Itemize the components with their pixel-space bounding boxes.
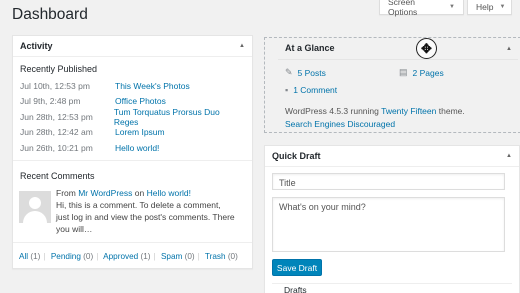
avatar <box>19 191 51 223</box>
post-link[interactable]: This Week's Photos <box>115 81 190 91</box>
post-date: Jun 28th, 12:42 am <box>20 127 93 138</box>
post-link[interactable]: Hello world! <box>115 143 159 153</box>
screen-options-button[interactable]: Screen Options ▼ <box>379 0 464 17</box>
posts-count-item[interactable]: ✎ 5 Posts <box>285 67 326 78</box>
posts-count-link[interactable]: 5 Posts <box>298 68 326 78</box>
activity-header[interactable]: Activity ▲ <box>13 36 252 57</box>
avatar-body-shape <box>23 211 47 223</box>
draft-title-input[interactable]: Title <box>272 173 505 190</box>
avatar-head-shape <box>29 197 41 209</box>
post-date: Jun 26th, 10:21 pm <box>20 142 93 153</box>
divider: | <box>43 252 46 261</box>
caret-down-icon: ▼ <box>499 4 506 10</box>
divider <box>278 59 518 60</box>
divider <box>13 242 252 243</box>
recent-posts-list: Jul 10th, 12:53 pm This Week's Photos Ju… <box>13 78 252 156</box>
pages-count-item[interactable]: ▤ 2 Pages <box>399 67 444 78</box>
filter-all-count: (1) <box>30 252 41 261</box>
filter-approved[interactable]: Approved <box>103 252 138 261</box>
comment-filters: All (1) | Pending (0) | Approved (1) | Spam… <box>19 252 238 261</box>
recently-published-heading: Recently Published <box>20 63 98 74</box>
wordpress-info: WordPress 4.5.3 running Twenty Fifteen t… <box>285 105 520 131</box>
draft-content-textarea[interactable]: What's on your mind? <box>272 197 505 252</box>
post-link[interactable]: Office Photos <box>115 96 166 106</box>
caret-down-icon: ▼ <box>449 4 455 10</box>
comment-item: From Mr WordPress on Hello world! Hi, th… <box>56 187 236 235</box>
comment-from-label: From <box>56 188 76 198</box>
post-date: Jun 28th, 12:53 pm <box>20 111 93 122</box>
drafts-heading: Drafts <box>284 285 307 293</box>
quick-draft-title: Quick Draft <box>272 151 321 161</box>
comment-author-link[interactable]: Mr WordPress <box>78 188 132 198</box>
post-link[interactable]: Lorem Ipsum <box>115 127 165 137</box>
draft-title-placeholder: Title <box>279 178 296 188</box>
speech-bubble-icon: ▪ <box>285 85 289 95</box>
activity-title: Activity <box>20 41 53 51</box>
filter-pending-count: (0) <box>83 252 94 261</box>
help-label: Help <box>476 2 494 12</box>
comment-on-label: on <box>134 188 145 198</box>
list-item: Jun 28th, 12:53 pm Tum Torquatus Prorsus… <box>13 107 252 127</box>
collapse-icon[interactable]: ▲ <box>239 43 245 49</box>
collapse-icon[interactable]: ▲ <box>506 153 512 159</box>
page-title: Dashboard <box>12 6 88 23</box>
version-text: WordPress 4.5.3 running <box>285 106 379 116</box>
list-item: Jun 28th, 12:42 am Lorem Ipsum <box>13 125 252 141</box>
document-icon: ▤ <box>399 67 408 77</box>
filter-spam[interactable]: Spam <box>161 252 182 261</box>
screen-options-label: Screen Options <box>388 0 418 17</box>
filter-spam-count: (0) <box>184 252 195 261</box>
quick-draft-header[interactable]: Quick Draft ▲ <box>265 146 519 167</box>
filter-trash-count: (0) <box>227 252 238 261</box>
comments-count-item[interactable]: ▪ 1 Comment <box>285 85 337 95</box>
search-engines-link[interactable]: Search Engines Discouraged <box>285 119 395 129</box>
help-button[interactable]: Help ▼ <box>467 0 512 15</box>
divider <box>13 159 252 161</box>
save-draft-button[interactable]: Save Draft <box>272 259 322 276</box>
at-a-glance-title[interactable]: At a Glance <box>285 43 335 53</box>
collapse-icon[interactable]: ▲ <box>506 46 512 52</box>
divider: | <box>197 252 200 261</box>
pushpin-icon: ✎ <box>285 67 293 77</box>
post-date: Jul 9th, 2:48 pm <box>20 96 81 107</box>
divider <box>272 283 512 284</box>
comment-excerpt: Hi, this is a comment. To delete a comme… <box>56 200 235 234</box>
draft-content-placeholder: What's on your mind? <box>279 202 366 212</box>
theme-suffix: theme. <box>438 106 465 116</box>
filter-pending[interactable]: Pending <box>51 252 81 261</box>
recent-comments-heading: Recent Comments <box>20 171 95 181</box>
filter-trash[interactable]: Trash <box>205 252 226 261</box>
move-cursor-icon: ✥ <box>416 38 437 59</box>
filter-approved-count: (1) <box>140 252 151 261</box>
divider: | <box>153 252 156 261</box>
comments-count-link[interactable]: 1 Comment <box>293 85 337 95</box>
filter-all[interactable]: All <box>19 252 28 261</box>
divider: | <box>96 252 99 261</box>
pages-count-link[interactable]: 2 Pages <box>413 68 444 78</box>
post-date: Jul 10th, 12:53 pm <box>20 80 90 91</box>
comment-post-link[interactable]: Hello world! <box>147 188 191 198</box>
post-link[interactable]: Tum Torquatus Prorsus Duo Reges <box>114 107 245 127</box>
list-item: Jun 26th, 10:21 pm Hello world! <box>13 140 252 156</box>
theme-link[interactable]: Twenty Fifteen <box>381 106 436 116</box>
list-item: Jul 10th, 12:53 pm This Week's Photos <box>13 78 252 94</box>
